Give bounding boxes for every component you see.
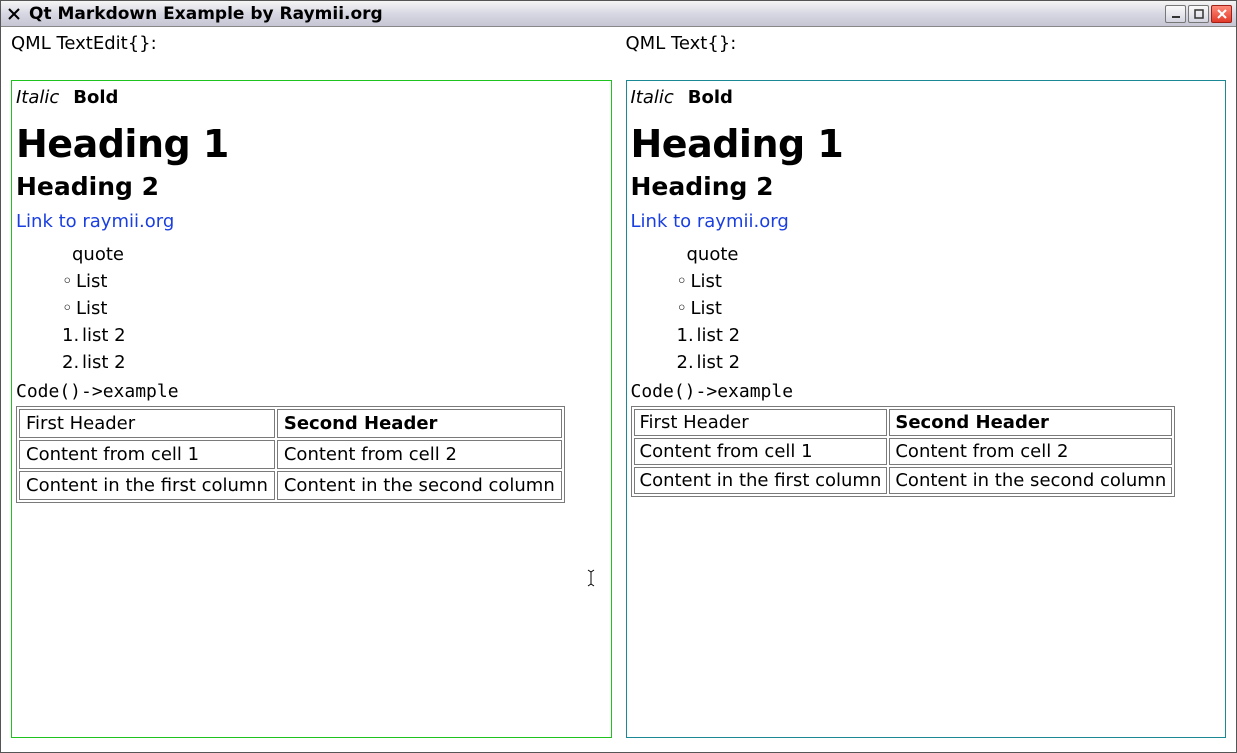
list-item-label: List <box>76 298 107 319</box>
italic-text[interactable]: Italic <box>16 87 59 108</box>
table-cell[interactable]: Content from cell 1 <box>19 440 275 469</box>
bold-text[interactable]: Bold <box>73 87 118 108</box>
table-cell: Content in the second column <box>889 467 1172 494</box>
ordered-list[interactable]: 1.list 2 2.list 2 <box>62 325 607 373</box>
italic-text: Italic <box>631 87 674 108</box>
table-cell[interactable]: Content in the second column <box>277 471 562 500</box>
link-raymii[interactable]: Link to raymii.org <box>16 211 174 232</box>
table-header-cell[interactable]: First Header <box>19 409 275 438</box>
list-item[interactable]: 2.list 2 <box>62 352 607 373</box>
left-label: QML TextEdit{}: <box>11 33 612 54</box>
table-header-cell: Second Header <box>889 409 1172 436</box>
table-cell: Content from cell 1 <box>634 438 888 465</box>
maximize-button[interactable] <box>1188 5 1209 23</box>
window-title: Qt Markdown Example by Raymii.org <box>29 4 383 24</box>
close-button[interactable] <box>1211 5 1232 23</box>
right-label: QML Text{}: <box>626 33 1227 54</box>
list-item-label: List <box>691 271 722 292</box>
list-item[interactable]: 1.list 2 <box>62 325 607 346</box>
list-item: 2.list 2 <box>677 352 1222 373</box>
blockquote: quote <box>687 244 1222 265</box>
code-block: Code()->example <box>631 381 1222 402</box>
table-row: Content in the first column Content in t… <box>634 467 1173 494</box>
blockquote[interactable]: quote <box>72 244 607 265</box>
markdown-table: First Header Second Header Content from … <box>631 406 1176 497</box>
table-header-cell: First Header <box>634 409 888 436</box>
list-item-label: List <box>76 271 107 292</box>
ordered-list: 1.list 2 2.list 2 <box>677 325 1222 373</box>
table-cell: Content in the first column <box>634 467 888 494</box>
textedit-panel[interactable]: Italic Bold Heading 1 Heading 2 Link to r… <box>11 80 612 738</box>
heading-2[interactable]: Heading 2 <box>16 172 607 201</box>
list-item[interactable]: ◦List <box>62 298 607 319</box>
list-item: 1.list 2 <box>677 325 1222 346</box>
unordered-list[interactable]: ◦List ◦List <box>62 271 607 319</box>
text-panel: Italic Bold Heading 1 Heading 2 Link to r… <box>626 80 1227 738</box>
list-item-label: List <box>691 298 722 319</box>
markdown-table[interactable]: First Header Second Header Content from … <box>16 406 565 503</box>
code-block[interactable]: Code()->example <box>16 381 607 402</box>
list-item-label: list 2 <box>697 325 741 346</box>
list-item: ◦List <box>677 271 1222 292</box>
client-area: QML TextEdit{}: Italic Bold Heading 1 Hea… <box>1 27 1236 752</box>
table-row[interactable]: Content from cell 1 Content from cell 2 <box>19 440 562 469</box>
heading-2: Heading 2 <box>631 172 1222 201</box>
table-cell[interactable]: Content in the first column <box>19 471 275 500</box>
list-item-label: list 2 <box>697 352 741 373</box>
table-row: Content from cell 1 Content from cell 2 <box>634 438 1173 465</box>
right-column: QML Text{}: Italic Bold Heading 1 Heading… <box>626 33 1227 738</box>
left-column: QML TextEdit{}: Italic Bold Heading 1 Hea… <box>11 33 612 738</box>
formatting-sample[interactable]: Italic Bold <box>16 87 607 108</box>
titlebar[interactable]: Qt Markdown Example by Raymii.org <box>1 1 1236 27</box>
list-item[interactable]: ◦List <box>62 271 607 292</box>
list-item-label: list 2 <box>82 325 126 346</box>
table-row[interactable]: Content in the first column Content in t… <box>19 471 562 500</box>
app-window: Qt Markdown Example by Raymii.org QML Te… <box>0 0 1237 753</box>
table-cell: Content from cell 2 <box>889 438 1172 465</box>
heading-1: Heading 1 <box>631 122 1222 166</box>
formatting-sample: Italic Bold <box>631 87 1222 108</box>
app-icon <box>5 5 23 23</box>
table-header-cell[interactable]: Second Header <box>277 409 562 438</box>
heading-1[interactable]: Heading 1 <box>16 122 607 166</box>
list-item-label: list 2 <box>82 352 126 373</box>
list-item: ◦List <box>677 298 1222 319</box>
link-raymii[interactable]: Link to raymii.org <box>631 211 789 232</box>
minimize-button[interactable] <box>1165 5 1186 23</box>
table-cell[interactable]: Content from cell 2 <box>277 440 562 469</box>
unordered-list: ◦List ◦List <box>677 271 1222 319</box>
bold-text: Bold <box>688 87 733 108</box>
